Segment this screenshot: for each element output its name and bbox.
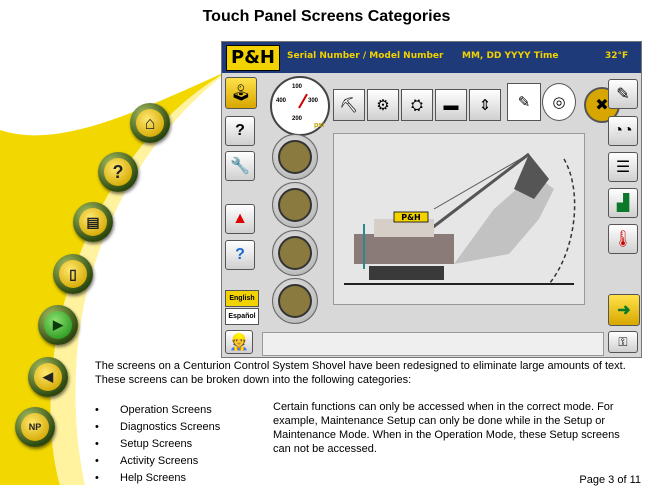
- thermometer-button[interactable]: 🌡: [608, 224, 638, 254]
- status-bar: [262, 332, 604, 356]
- target-button[interactable]: ◎: [542, 83, 576, 121]
- list-item: Setup Screens: [95, 436, 220, 453]
- gear-icon: ⚙: [376, 97, 390, 114]
- list-icon: ☰: [615, 159, 631, 176]
- next-arrow-icon: ➜: [617, 302, 631, 319]
- list-item: Activity Screens: [95, 453, 220, 470]
- help-question-button[interactable]: ?: [225, 116, 255, 146]
- info-question-icon: ?: [235, 246, 245, 263]
- category-list: Operation Screens Diagnostics Screens Se…: [95, 402, 220, 487]
- gauge-tick-label: 200: [292, 116, 303, 122]
- target-icon: ◎: [552, 94, 566, 111]
- bucket-icon: ⛏: [339, 97, 359, 114]
- tools-icon: ✖: [595, 97, 609, 114]
- hoist-button[interactable]: [272, 134, 318, 180]
- gauges-button[interactable]: ◔◔: [608, 116, 638, 146]
- gauge-tick-label: 100: [292, 84, 303, 90]
- shovel-view: P&H: [333, 133, 585, 305]
- pointer-icon: ✎: [517, 94, 531, 111]
- page-title: Touch Panel Screens Categories: [202, 8, 451, 25]
- next-arrow-button[interactable]: ➜: [608, 294, 640, 326]
- motion-icon: ⇕: [478, 97, 492, 114]
- list-item: Help Screens: [95, 470, 220, 487]
- warning-icon: ▲: [232, 210, 248, 227]
- np-button[interactable]: NP: [15, 407, 55, 447]
- english-button[interactable]: English: [225, 290, 259, 307]
- thermometer-icon: 🌡: [612, 231, 634, 248]
- ph-logo: P&H: [226, 45, 280, 71]
- crawler-button[interactable]: ▬: [435, 89, 467, 121]
- temperature-label: 32°F: [605, 51, 629, 61]
- printer-icon: ▤: [79, 208, 107, 236]
- wrench-button[interactable]: 🔧: [225, 151, 255, 181]
- help-icon: ?: [104, 158, 132, 186]
- exit-door-icon: ▯: [59, 260, 87, 288]
- machine-sign: P&H: [401, 213, 421, 222]
- description-text: The screens on a Centurion Control Syste…: [95, 360, 626, 386]
- bucket-button[interactable]: ⛏: [333, 89, 365, 121]
- joystick-button[interactable]: 🕹: [225, 77, 257, 109]
- joystick-icon: 🕹: [230, 85, 252, 102]
- back-icon: ◀: [34, 363, 62, 391]
- list-button[interactable]: ☰: [608, 152, 638, 182]
- datetime-label: MM, DD YYYY Time: [462, 51, 559, 61]
- dipper-icon: ⛭: [410, 96, 423, 114]
- info-question-button[interactable]: ?: [225, 240, 255, 270]
- operator-icon: 👷: [229, 334, 249, 351]
- motion-button[interactable]: ⇕: [469, 89, 501, 121]
- crowd-button[interactable]: [272, 182, 318, 228]
- page-number: Page 3 of 11: [579, 474, 641, 486]
- wrench-icon: 🔧: [230, 158, 250, 175]
- previous-page-button[interactable]: ◀: [28, 357, 68, 397]
- gear-button[interactable]: ⚙: [367, 89, 399, 121]
- exit-button[interactable]: ▯: [53, 254, 93, 294]
- chart-button[interactable]: ▟: [608, 188, 638, 218]
- gauge-needle: [298, 93, 308, 109]
- gauge-unit: psi: [314, 122, 325, 129]
- crowd-icon: [278, 188, 312, 222]
- shovel-illustration: P&H: [344, 152, 576, 285]
- gauges-icon: ◔◔: [613, 122, 633, 139]
- list-item: Operation Screens: [95, 402, 220, 419]
- swing-icon: [278, 236, 312, 270]
- propel-icon: [278, 284, 312, 318]
- dipper-button[interactable]: ⛭: [401, 89, 433, 121]
- gauge-tick-label: 400: [276, 98, 287, 104]
- next-page-button[interactable]: ▶: [38, 305, 78, 345]
- key-icon: ⚿: [618, 334, 628, 349]
- help-button[interactable]: ?: [98, 152, 138, 192]
- chart-icon: ▟: [616, 195, 630, 212]
- propel-button[interactable]: [272, 278, 318, 324]
- key-button[interactable]: ⚿: [608, 331, 638, 353]
- help-question-icon: ?: [235, 122, 245, 139]
- play-icon: ▶: [44, 311, 72, 339]
- swing-button[interactable]: [272, 230, 318, 276]
- setup-icon: ✎: [616, 86, 630, 103]
- crawler-icon: ▬: [443, 96, 459, 114]
- warning-button[interactable]: ▲: [225, 204, 255, 234]
- np-icon: NP: [21, 413, 49, 441]
- list-item: Diagnostics Screens: [95, 419, 220, 436]
- espanol-button[interactable]: Español: [225, 308, 259, 325]
- serial-model-label: Serial Number / Model Number: [287, 51, 444, 61]
- mode-note: Certain functions can only be accessed w…: [273, 401, 620, 455]
- touch-panel-screenshot: P&H Serial Number / Model Number MM, DD …: [221, 41, 642, 358]
- home-button[interactable]: ⌂: [130, 103, 170, 143]
- home-icon: ⌂: [136, 109, 164, 137]
- hoist-icon: [278, 140, 312, 174]
- gauge-tick-label: 300: [308, 98, 319, 104]
- panel-header: P&H Serial Number / Model Number MM, DD …: [222, 42, 641, 73]
- pointer-button[interactable]: ✎: [507, 83, 541, 121]
- print-button[interactable]: ▤: [73, 202, 113, 242]
- operator-button[interactable]: 👷: [225, 330, 253, 354]
- setup-button[interactable]: ✎: [608, 79, 638, 109]
